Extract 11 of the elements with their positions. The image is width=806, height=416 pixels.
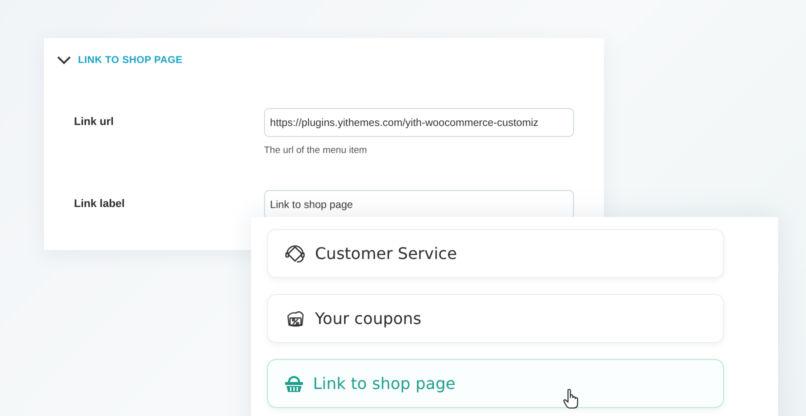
menu-item[interactable]: Customer Service — [267, 229, 724, 278]
field-label: Link label — [74, 197, 126, 210]
field-label: Link url — [74, 115, 115, 128]
menu-item[interactable]: Your coupons — [267, 294, 724, 343]
headset-icon — [284, 242, 306, 264]
section-title: LINK TO SHOP PAGE — [78, 54, 183, 66]
text-field[interactable]: https://plugins.yithemes.com/yith-woocommerce-customiz — [264, 108, 574, 137]
hand-cursor-icon — [563, 389, 579, 409]
help-text: The url of the menu item — [264, 145, 367, 156]
basket-icon — [284, 374, 304, 394]
text-field[interactable]: Link to shop page — [264, 190, 574, 219]
